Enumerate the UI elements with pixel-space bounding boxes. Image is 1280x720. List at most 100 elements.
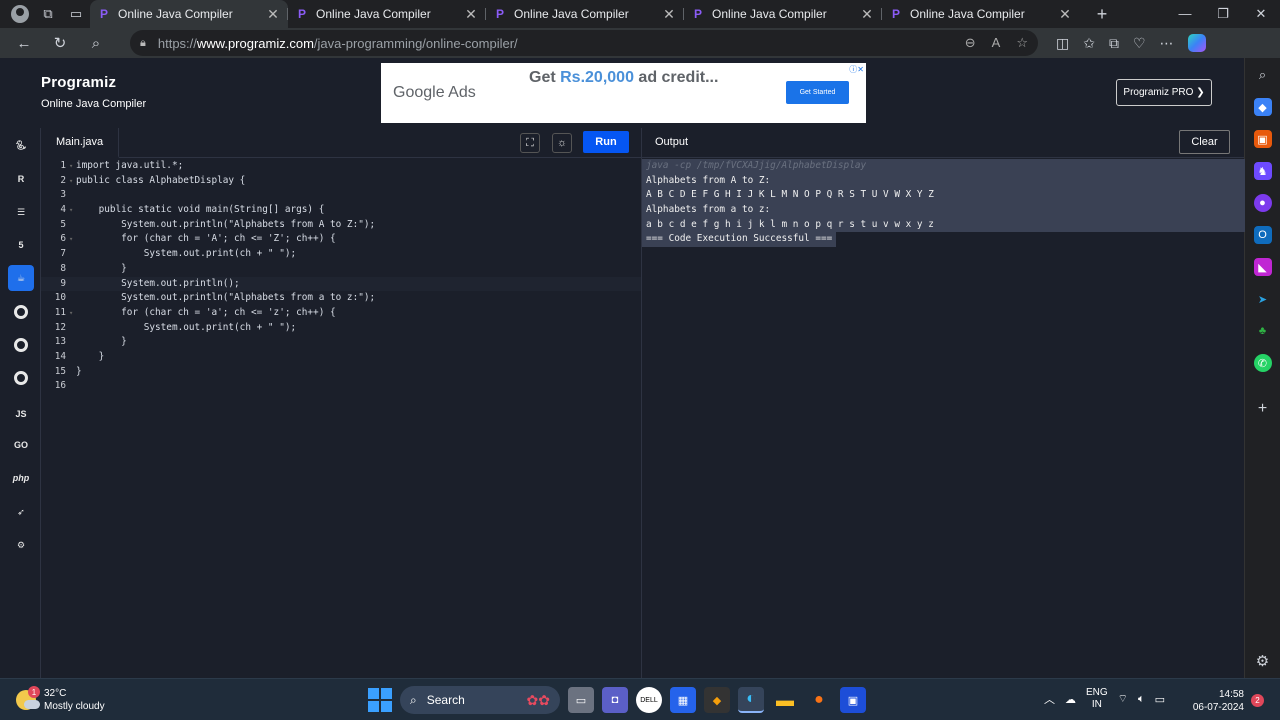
read-aloud-icon[interactable]: A [992,35,1001,51]
lang-sql-icon[interactable]: ☰ [10,201,32,223]
ad-close-icon[interactable]: ⓘ✕ [849,64,864,75]
programiz-pro-button[interactable]: Programiz PRO ❯ [1116,79,1212,106]
fold-arrow-icon[interactable]: ▾ [69,174,73,189]
lang-php-icon[interactable]: php [10,467,32,489]
copilot-icon[interactable] [1187,34,1206,52]
code-line[interactable]: 15} [41,365,641,380]
dell-icon[interactable]: DELL [636,687,662,713]
close-tab-icon[interactable]: ✕ [266,6,280,23]
clock[interactable]: 14:58 06-07-2024 [1188,688,1244,714]
lang-python-icon[interactable]: 🐍︎ [10,134,32,156]
programiz-logo[interactable]: Programiz [41,74,116,91]
zoom-icon[interactable]: ⊖ [965,35,976,51]
collections-icon[interactable]: ⧉ [1109,35,1119,52]
show-hidden-icons-icon[interactable]: ︿ [1044,691,1055,707]
minimize-icon[interactable]: — [1166,6,1204,22]
code-line[interactable]: 14 } [41,350,641,365]
lang-rust-icon[interactable]: ⚙ [10,534,32,556]
wifi-icon[interactable]: ⌔ [1118,692,1128,706]
code-line[interactable]: 8 } [41,262,641,277]
teams-icon[interactable]: ◘ [602,687,628,713]
sidebar-settings-icon[interactable]: ⚙ [1254,652,1272,670]
lang-java-icon[interactable]: ☕︎ [8,265,34,291]
weather-widget[interactable]: 1 32°C Mostly cloudy [16,686,105,713]
sidebar-whatsapp-icon[interactable]: ✆ [1253,354,1272,372]
fold-arrow-icon[interactable]: ▾ [69,203,73,218]
code-line[interactable]: 12 System.out.print(ch + " "); [41,321,641,336]
lang-html-icon[interactable]: 5 [10,234,32,256]
close-tab-icon[interactable]: ✕ [662,6,676,23]
file-explorer-icon[interactable]: ▬ [772,687,798,713]
close-tab-icon[interactable]: ✕ [860,6,874,23]
file-tab-main-java[interactable]: Main.java [41,127,120,158]
code-area[interactable]: 1 ▾ import java.util.*; 2 ▾ public class Alph… [41,159,641,394]
start-icon[interactable] [368,688,392,712]
lang-js-icon[interactable]: JS [10,403,32,425]
store-icon[interactable]: ▦ [670,687,696,713]
lock-icon[interactable]: 🔒︎ [140,37,146,50]
close-tab-icon[interactable]: ✕ [464,6,478,23]
profile-icon[interactable] [6,0,34,28]
sidebar-games-icon[interactable]: ♞ [1253,162,1272,180]
lang-csharp-icon[interactable] [10,367,32,389]
close-window-icon[interactable]: ✕ [1242,6,1280,22]
code-line[interactable]: 6 ▾ for (char ch = 'A'; ch <= 'Z'; ch++) … [41,232,641,247]
google-ad-banner[interactable]: Google Ads Get Rs.20,000 ad credit... Ge… [381,63,866,123]
task-view-icon[interactable]: ▭ [568,687,594,713]
browser-tab-5[interactable]: P Online Java Compiler ✕ [882,0,1080,28]
fullscreen-icon[interactable]: ⛶ [520,133,540,153]
restore-icon[interactable]: ❐ [1204,6,1242,22]
code-line[interactable]: 5 System.out.println("Alphabets from A t… [41,218,641,233]
notification-badge[interactable]: 2 [1251,694,1264,707]
new-tab-icon[interactable]: + [1088,4,1116,25]
code-line[interactable]: 2 ▾ public class AlphabetDisplay { [41,174,641,189]
split-screen-icon[interactable]: ◫ [1056,35,1069,52]
fold-arrow-icon[interactable]: ▾ [69,232,73,247]
code-line[interactable]: 13 } [41,335,641,350]
workspaces-icon[interactable]: ⧉ [34,0,62,28]
browser-tab-1[interactable]: P Online Java Compiler ✕ [90,0,288,28]
fold-arrow-icon[interactable]: ▾ [69,306,73,321]
tab-actions-icon[interactable]: ▭ [62,0,90,28]
office-app-icon[interactable]: ◆ [704,687,730,713]
lang-r-icon[interactable]: R [10,168,32,190]
sidebar-telegram-icon[interactable]: ➤ [1254,290,1272,308]
input-language[interactable]: ENG IN [1086,687,1108,711]
browser-tab-2[interactable]: P Online Java Compiler ✕ [288,0,486,28]
run-button[interactable]: Run [583,131,629,153]
app-window-icon[interactable]: ▣ [840,687,866,713]
battery-icon[interactable]: ▭ [1155,693,1165,706]
code-line[interactable]: 7 System.out.print(ch + " "); [41,247,641,262]
sidebar-designer-icon[interactable]: ◣ [1253,258,1272,276]
onedrive-icon[interactable]: ☁ [1065,693,1076,706]
sidebar-shopping-icon[interactable]: ◆ [1253,98,1272,116]
browser-tab-3[interactable]: P Online Java Compiler ✕ [486,0,684,28]
sidebar-outlook-icon[interactable]: O [1253,226,1272,244]
lang-swift-icon[interactable]: ➶ [10,501,32,523]
fold-arrow-icon[interactable]: ▾ [69,159,73,174]
sidebar-search-icon[interactable]: ⌕ [1254,66,1272,84]
output-console[interactable]: java -cp /tmp/fVCXAJjig/AlphabetDisplay … [642,159,1245,248]
clear-button[interactable]: Clear [1179,130,1230,154]
favorite-star-icon[interactable]: ☆ [1016,35,1028,51]
close-tab-icon[interactable]: ✕ [1058,6,1072,23]
taskbar-search[interactable]: ⌕ Search ✿✿ [400,686,560,714]
more-menu-icon[interactable]: ⋯ [1160,35,1174,52]
browser-tab-4[interactable]: P Online Java Compiler ✕ [684,0,882,28]
code-line[interactable]: 1 ▾ import java.util.*; [41,159,641,174]
url-bar[interactable]: 🔒︎ https://www.programiz.com/java-progra… [130,30,1038,56]
sidebar-tools-icon[interactable]: ▣ [1253,130,1272,148]
code-line[interactable]: 9 System.out.println(); [41,276,641,292]
sidebar-copilot-icon[interactable]: ● [1253,194,1272,212]
favorites-icon[interactable]: ✩ [1083,35,1095,52]
refresh-icon[interactable]: ↻ [42,34,78,52]
volume-icon[interactable]: 🔈︎ [1138,693,1145,706]
sidebar-tree-icon[interactable]: ♣ [1254,322,1272,340]
theme-toggle-icon[interactable]: ☼ [552,133,572,153]
code-line[interactable]: 10 System.out.println("Alphabets from a … [41,291,641,306]
back-icon[interactable]: ← [6,35,42,52]
lang-cpp-icon[interactable] [10,334,32,356]
ad-cta-button[interactable]: Get Started [786,81,849,104]
code-line[interactable]: 4 ▾ public static void main(String[] args… [41,203,641,218]
edge-icon[interactable]: ◐ [738,687,764,713]
